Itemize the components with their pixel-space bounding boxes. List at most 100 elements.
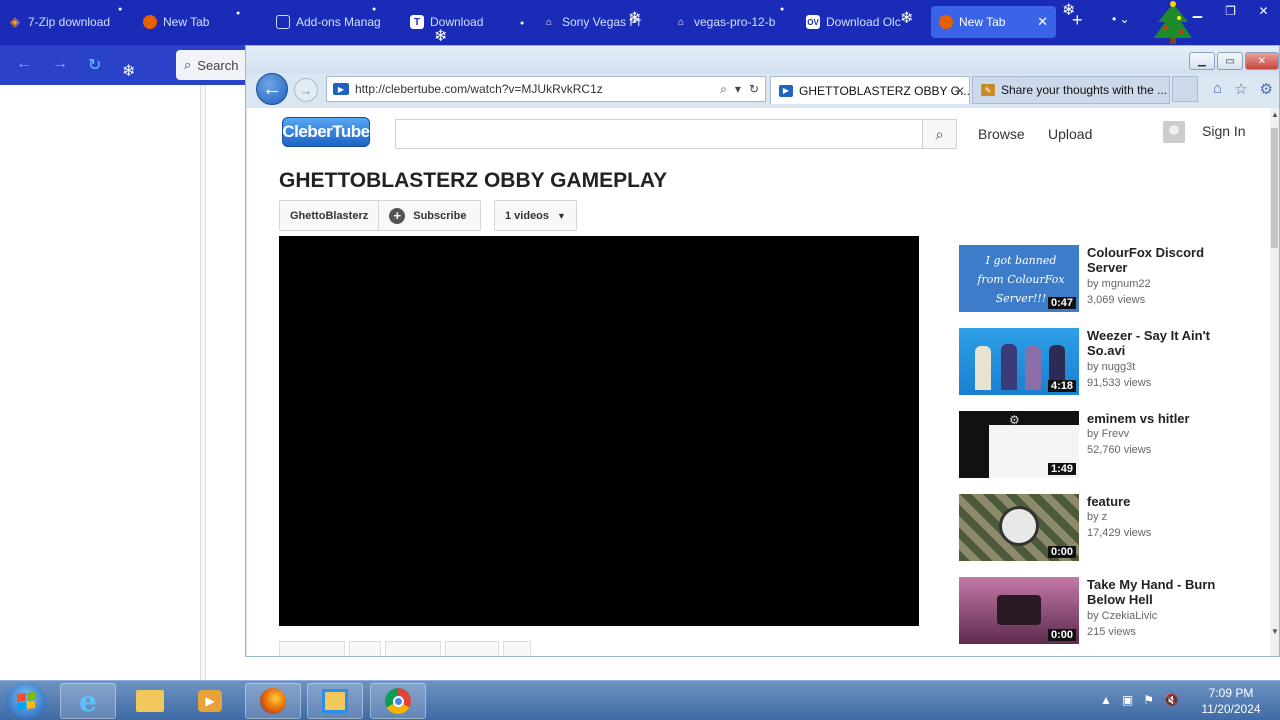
video-link-title[interactable]: eminem vs hitler xyxy=(1087,411,1237,426)
taskbar-media-player[interactable]: ▶ xyxy=(182,683,238,719)
scroll-up-icon[interactable]: ▲ xyxy=(1271,110,1279,119)
firefox-tab[interactable]: ⌂ vegas-pro-12-b xyxy=(666,6,796,38)
firefox-tab[interactable]: T Download xyxy=(402,6,532,38)
upload-link[interactable]: Upload xyxy=(1048,126,1092,142)
firefox-tab-active[interactable]: New Tab ✕ xyxy=(931,6,1056,38)
ie-navbar: ← → ▶ http://clebertube.com/watch?v=MJUk… xyxy=(246,72,1279,106)
video-thumbnail[interactable]: 0:00 xyxy=(959,577,1079,644)
gear-icon[interactable]: ⚙ xyxy=(1260,80,1273,98)
dropdown-icon[interactable]: ▾ xyxy=(735,82,741,97)
media-player-icon: ▶ xyxy=(198,690,222,712)
video-title: GHETTOBLASTERZ OBBY GAMEPLAY xyxy=(279,169,668,192)
action-center-flag-icon[interactable]: ⚑ xyxy=(1143,693,1154,707)
video-duration: 1:49 xyxy=(1047,463,1076,475)
site-search-button[interactable]: ⌕ xyxy=(922,119,957,149)
volume-muted-icon[interactable]: 🔇 xyxy=(1164,693,1179,707)
close-tab-icon[interactable]: ✕ xyxy=(955,84,965,98)
scroll-down-icon[interactable]: ▼ xyxy=(1271,627,1279,636)
list-tabs-icon[interactable]: • ⌄ xyxy=(1112,12,1130,26)
firefox-tab[interactable]: Add-ons Manag xyxy=(268,6,398,38)
video-views: 17,429 views xyxy=(1087,527,1152,539)
ie-window: ▁ ▭ ✕ ← → ▶ http://clebertube.com/watch?… xyxy=(245,45,1280,657)
video-thumbnail[interactable]: 0:00 xyxy=(959,494,1079,561)
search-placeholder: Search xyxy=(197,57,239,73)
add-to-button[interactable] xyxy=(445,641,499,656)
video-link-title[interactable]: feature xyxy=(1087,494,1237,509)
tab-label: New Tab xyxy=(959,15,1006,29)
reload-icon[interactable]: ↻ xyxy=(88,55,101,75)
ie-tab[interactable]: ✎ Share your thoughts with the ... xyxy=(972,76,1170,104)
forward-arrow-icon[interactable]: → xyxy=(294,78,318,102)
back-arrow-icon[interactable]: ← xyxy=(256,73,288,105)
tab-label: Share your thoughts with the ... xyxy=(1001,83,1168,97)
site-search-input[interactable] xyxy=(395,119,923,149)
close-tab-icon[interactable]: ✕ xyxy=(1037,14,1048,30)
videos-count-label: 1 videos xyxy=(505,209,550,222)
clock[interactable]: 7:09 PM 11/20/2024 xyxy=(1196,685,1266,717)
video-duration: 4:18 xyxy=(1047,380,1076,392)
taskbar-file-explorer[interactable] xyxy=(122,683,178,719)
search-icon: ⌕ xyxy=(935,125,944,142)
subscribe-button[interactable]: + Subscribe xyxy=(379,201,480,230)
ie-tab-active[interactable]: ▶ GHETTOBLASTERZ OBBY G... ✕ xyxy=(770,76,970,104)
favorites-star-icon[interactable]: ☆ xyxy=(1234,80,1247,98)
recommended-video[interactable]: ⚙ 1:49 eminem vs hitler by Frevv 52,760 … xyxy=(959,411,1259,478)
firefox-icon xyxy=(260,688,286,714)
snowflake-icon: ❄ xyxy=(434,28,448,45)
scrollbar-thumb[interactable] xyxy=(1271,128,1278,248)
ie-new-tab-button[interactable] xyxy=(1172,76,1198,102)
snowflake-icon: ● xyxy=(520,20,525,27)
video-player[interactable] xyxy=(279,236,919,626)
recommended-video[interactable]: 0:00 feature by z 17,429 views xyxy=(959,494,1259,561)
show-hidden-icons-icon[interactable]: ▲ xyxy=(1100,693,1112,707)
maximize-icon[interactable]: ▭ xyxy=(1217,52,1243,70)
video-thumbnail[interactable]: ⚙ 1:49 xyxy=(959,411,1079,478)
taskbar-chrome[interactable] xyxy=(370,683,426,719)
minimize-icon[interactable]: ▁ xyxy=(1189,52,1215,70)
tab-label: vegas-pro-12-b xyxy=(694,15,776,29)
address-bar[interactable]: ▶ http://clebertube.com/watch?v=MJUkRvkR… xyxy=(326,76,766,102)
page-scrollbar[interactable]: ▲ ▼ xyxy=(1270,108,1279,656)
video-thumbnail[interactable]: 4:18 xyxy=(959,328,1079,395)
recommended-video[interactable]: 0:00 Take My Hand - Burn Below Hell by C… xyxy=(959,577,1259,644)
like-button[interactable] xyxy=(279,641,345,656)
more-button[interactable] xyxy=(503,641,531,656)
windows-logo-icon xyxy=(17,692,35,710)
recommended-video[interactable]: 4:18 Weezer - Say It Ain't So.avi by nug… xyxy=(959,328,1259,395)
close-icon[interactable]: ✕ xyxy=(1247,0,1280,22)
video-uploader: by nugg3t xyxy=(1087,361,1136,373)
video-link-title[interactable]: Take My Hand - Burn Below Hell xyxy=(1087,577,1237,607)
channel-name-button[interactable]: GhettoBlasterz xyxy=(280,201,380,230)
video-link-title[interactable]: ColourFox Discord Server xyxy=(1087,245,1237,275)
restore-icon[interactable]: ❐ xyxy=(1214,0,1247,22)
video-duration: 0:47 xyxy=(1047,297,1076,309)
share-button[interactable] xyxy=(385,641,441,656)
start-button[interactable] xyxy=(6,683,46,719)
recommended-video[interactable]: I got banned from ColourFox Server!!! 0:… xyxy=(959,245,1259,312)
taskbar-app[interactable] xyxy=(307,683,363,719)
snowflake-icon: ● xyxy=(372,6,377,13)
snowflake-icon: ● xyxy=(118,6,123,13)
address-url: http://clebertube.com/watch?v=MJUkRvkRC1… xyxy=(355,82,603,96)
firefox-tab[interactable]: ⌂ Sony Vegas Pr xyxy=(534,6,664,38)
minimize-icon[interactable]: ▁ xyxy=(1181,0,1214,22)
clebertube-logo[interactable]: CleberTube xyxy=(282,117,370,147)
firefox-tab[interactable]: New Tab xyxy=(135,6,265,38)
forward-arrow-icon[interactable]: → xyxy=(52,55,68,73)
taskbar-internet-explorer[interactable]: e xyxy=(60,683,116,719)
close-icon[interactable]: ✕ xyxy=(1245,52,1279,70)
browse-link[interactable]: Browse xyxy=(978,126,1025,142)
video-thumbnail[interactable]: I got banned from ColourFox Server!!! 0:… xyxy=(959,245,1079,312)
avatar xyxy=(1163,121,1185,143)
video-link-title[interactable]: Weezer - Say It Ain't So.avi xyxy=(1087,328,1237,358)
firefox-tab[interactable]: ◈ 7-Zip download xyxy=(0,6,130,38)
search-icon[interactable]: ⌕ xyxy=(720,82,727,97)
taskbar-firefox[interactable] xyxy=(245,683,301,719)
back-arrow-icon[interactable]: ← xyxy=(16,55,32,73)
dislike-button[interactable] xyxy=(349,641,381,656)
refresh-icon[interactable]: ↻ xyxy=(749,82,759,97)
sign-in-link[interactable]: Sign In xyxy=(1202,123,1246,139)
network-icon[interactable]: ▣ xyxy=(1122,693,1133,707)
videos-dropdown[interactable]: 1 videos ▼ xyxy=(494,200,577,231)
home-icon[interactable]: ⌂ xyxy=(1213,80,1222,98)
